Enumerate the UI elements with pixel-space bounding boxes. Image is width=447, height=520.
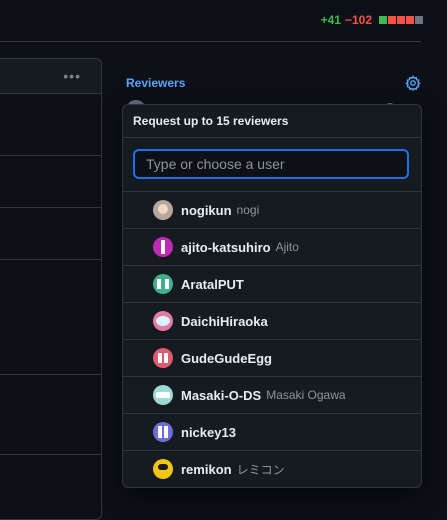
divider: [0, 207, 101, 208]
avatar: [153, 385, 173, 405]
user-filter-input[interactable]: [133, 149, 409, 179]
diffstat: +41 −102: [321, 13, 423, 27]
user-option[interactable]: DaichiHiraoka: [123, 303, 421, 340]
user-login: AratalPUT: [181, 276, 244, 292]
deletions-count: −102: [344, 13, 372, 27]
user-option[interactable]: Masaki-O-DS Masaki Ogawa: [123, 377, 421, 414]
user-login: GudeGudeEgg: [181, 350, 272, 366]
user-option[interactable]: nickey13: [123, 414, 421, 451]
divider: [0, 454, 101, 455]
avatar: [153, 311, 173, 331]
divider: [0, 259, 101, 260]
user-login: nickey13: [181, 424, 236, 440]
user-login: Masaki-O-DS: [181, 387, 262, 403]
diffstat-block: [388, 16, 396, 24]
user-login: DaichiHiraoka: [181, 313, 268, 329]
avatar: [153, 459, 173, 479]
avatar: [153, 348, 173, 368]
kebab-menu-icon[interactable]: •••: [63, 68, 81, 84]
diffstat-blocks: [379, 16, 423, 24]
file-panel-header: •••: [0, 59, 101, 94]
additions-count: +41: [320, 13, 341, 27]
diffstat-block: [406, 16, 414, 24]
user-login: ajito-katsuhiro: [181, 239, 271, 255]
user-full-name: レミコン: [236, 462, 285, 477]
user-login: nogikun: [181, 202, 232, 218]
user-list: nogikun nogi ajito-katsuhiro Ajito AratalPUT…: [123, 192, 421, 487]
user-full-name: nogi: [236, 203, 260, 217]
filter-container: [123, 138, 421, 192]
divider: [0, 41, 421, 42]
divider: [0, 374, 101, 375]
user-login: remikon: [181, 461, 232, 477]
popover-title: Request up to 15 reviewers: [123, 105, 421, 138]
avatar: [153, 422, 173, 442]
user-option[interactable]: AratalPUT: [123, 266, 421, 303]
diffstat-block: [415, 16, 423, 24]
divider: [0, 155, 101, 156]
user-option[interactable]: remikon レミコン: [123, 451, 421, 487]
avatar: [153, 200, 173, 220]
user-option[interactable]: nogikun nogi: [123, 192, 421, 229]
user-full-name: Ajito: [275, 240, 299, 254]
reviewers-popover: Request up to 15 reviewers nogikun nogi aj…: [122, 104, 422, 488]
diffstat-block: [397, 16, 405, 24]
diffstat-block: [379, 16, 387, 24]
user-option[interactable]: GudeGudeEgg: [123, 340, 421, 377]
avatar: [153, 274, 173, 294]
avatar: [153, 237, 173, 257]
file-panel: •••: [0, 58, 102, 520]
user-option[interactable]: ajito-katsuhiro Ajito: [123, 229, 421, 266]
reviewers-title[interactable]: Reviewers: [126, 76, 185, 90]
user-full-name: Masaki Ogawa: [266, 388, 346, 402]
gear-icon[interactable]: [405, 75, 421, 91]
